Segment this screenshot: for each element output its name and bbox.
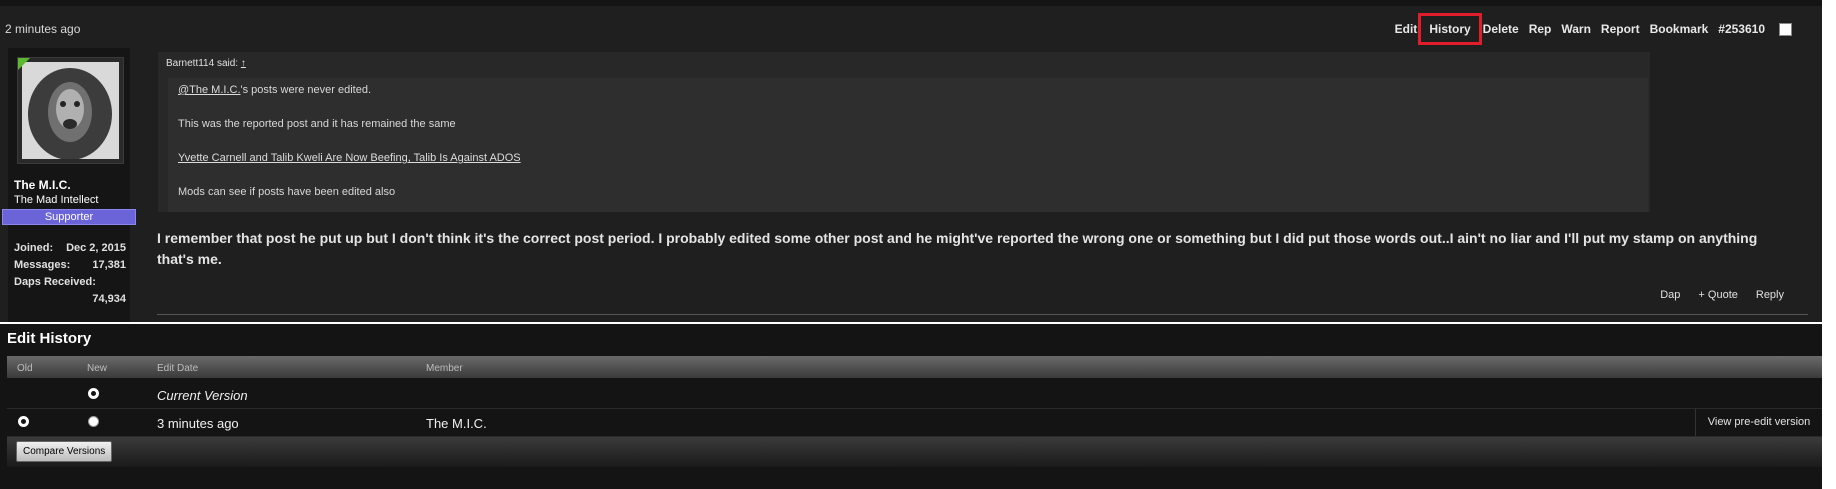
post-number-link[interactable]: #253610 xyxy=(1718,22,1765,36)
report-link[interactable]: Report xyxy=(1601,22,1640,36)
col-member: Member xyxy=(426,363,463,374)
post-footer: Dap + Quote Reply xyxy=(1660,289,1784,301)
edit-link[interactable]: Edit xyxy=(1395,22,1418,36)
quote-line-1: @The M.I.C.'s posts were never edited. xyxy=(178,84,371,96)
joined-value: Dec 2, 2015 xyxy=(66,242,126,254)
history-link[interactable]: History xyxy=(1418,13,1482,45)
daps-label: Daps Received: xyxy=(14,276,96,288)
edit-date: 3 minutes ago xyxy=(157,416,239,431)
edit-member[interactable]: The M.I.C. xyxy=(426,416,487,431)
history-row-current: Current Version xyxy=(7,381,1822,409)
edit-history-header: Old New Edit Date Member xyxy=(7,356,1822,378)
supporter-badge: Supporter xyxy=(2,209,136,225)
user-title: The Mad Intellect xyxy=(14,194,99,206)
user-stats: Joined: Dec 2, 2015 Messages: 17,381 Dap… xyxy=(14,242,126,310)
warn-link[interactable]: Warn xyxy=(1561,22,1591,36)
rep-link[interactable]: Rep xyxy=(1529,22,1552,36)
compare-versions-button[interactable]: Compare Versions xyxy=(16,441,113,462)
post-controls: Edit History Delete Rep Warn Report Book… xyxy=(1395,13,1792,45)
messages-label: Messages: xyxy=(14,259,71,271)
new-radio-previous[interactable] xyxy=(88,416,99,427)
quote-author: Barnett114 said: xyxy=(166,58,239,69)
select-post-checkbox[interactable] xyxy=(1779,22,1792,36)
online-indicator-icon xyxy=(18,58,30,70)
old-radio-previous[interactable] xyxy=(18,416,29,427)
quote-body: @The M.I.C.'s posts were never edited. T… xyxy=(168,78,1648,212)
avatar[interactable] xyxy=(22,62,119,159)
delete-link[interactable]: Delete xyxy=(1483,22,1519,36)
quote-block: Barnett114 said: ↑ @The M.I.C.'s posts w… xyxy=(158,52,1650,212)
col-edit-date: Edit Date xyxy=(157,363,199,374)
quote-line-2: This was the reported post and it has re… xyxy=(178,118,456,130)
edit-history-title: Edit History xyxy=(7,330,92,347)
quote-link[interactable]: + Quote xyxy=(1698,289,1737,301)
edit-history-panel: Edit History Old New Edit Date Member Cu… xyxy=(0,324,1822,489)
post-container: 2 minutes ago Edit History Delete Rep Wa… xyxy=(0,0,1822,322)
quote-jump-icon[interactable]: ↑ xyxy=(241,58,246,69)
dap-link[interactable]: Dap xyxy=(1660,289,1680,301)
bookmark-link[interactable]: Bookmark xyxy=(1650,22,1709,36)
user-info: The M.I.C. The Mad Intellect Supporter J… xyxy=(2,48,136,322)
history-footer: Compare Versions xyxy=(7,437,1822,467)
mention-link[interactable]: @The M.I.C. xyxy=(178,84,241,96)
messages-value[interactable]: 17,381 xyxy=(92,259,126,276)
post-message: I remember that post he put up but I don… xyxy=(157,230,1758,267)
history-row-previous: 3 minutes ago The M.I.C. View pre-edit v… xyxy=(7,409,1822,437)
post-timestamp: 2 minutes ago xyxy=(5,22,81,36)
view-pre-edit-button[interactable]: View pre-edit version xyxy=(1695,409,1822,436)
daps-value: 74,934 xyxy=(92,293,126,305)
avatar-frame[interactable] xyxy=(17,57,124,164)
post-divider xyxy=(157,314,1808,315)
col-new: New xyxy=(87,363,108,374)
new-radio-current[interactable] xyxy=(88,388,99,399)
reply-link[interactable]: Reply xyxy=(1756,289,1784,301)
col-old: Old xyxy=(17,363,33,374)
quote-thread-link[interactable]: Yvette Carnell and Talib Kweli Are Now B… xyxy=(178,152,521,164)
joined-label: Joined: xyxy=(14,242,54,254)
current-version-label: Current Version xyxy=(157,388,248,403)
quote-line-4: Mods can see if posts have been edited a… xyxy=(178,186,396,198)
quote-line-1-rest: 's posts were never edited. xyxy=(240,84,372,96)
quote-header: Barnett114 said: ↑ xyxy=(166,58,246,69)
username[interactable]: The M.I.C. xyxy=(14,178,71,192)
